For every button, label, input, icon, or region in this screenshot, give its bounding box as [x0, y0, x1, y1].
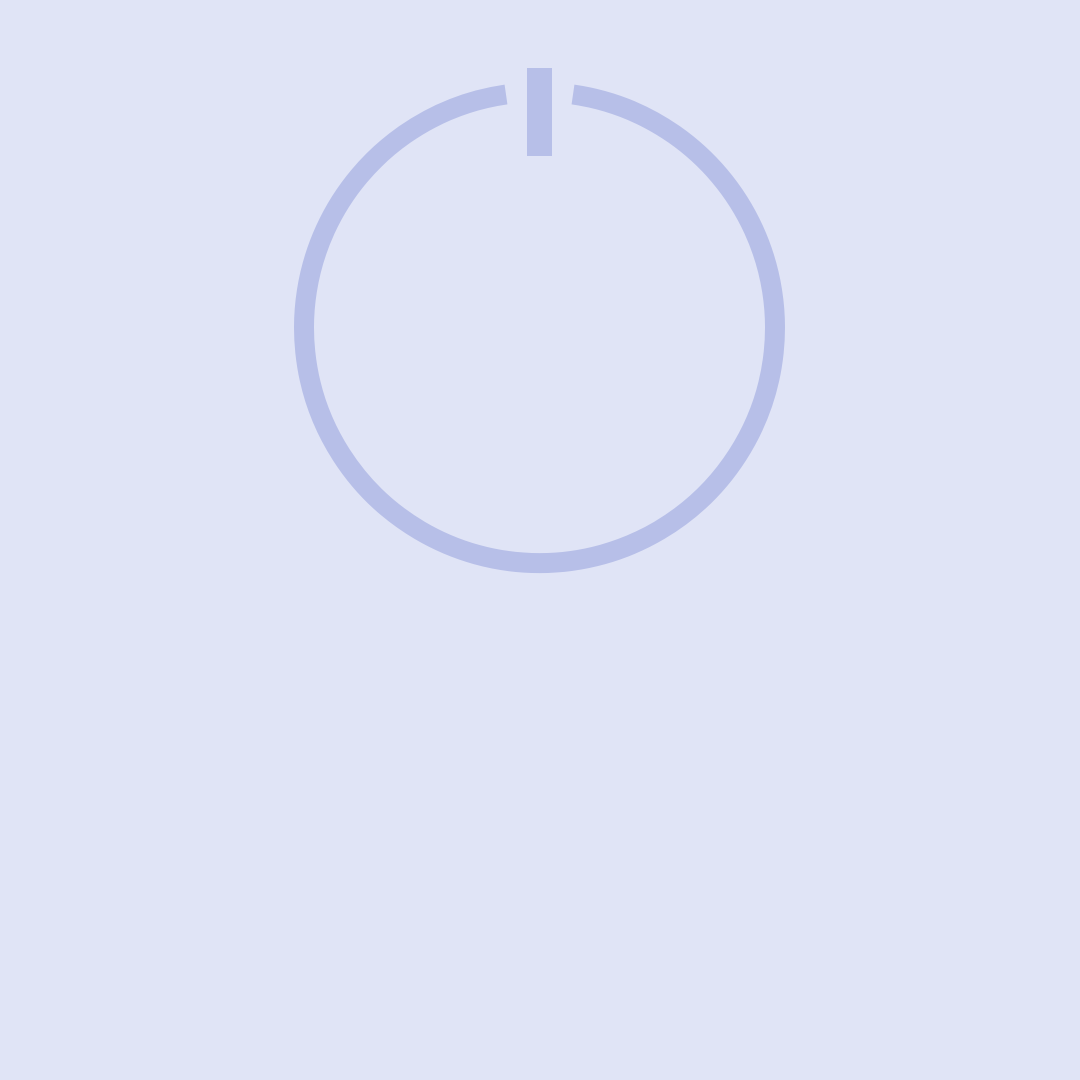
power-icon-bar	[527, 68, 552, 156]
power-icon-ring	[294, 84, 785, 574]
power-icon	[294, 68, 785, 574]
lock-screen	[0, 0, 1080, 1080]
power-button[interactable]	[293, 67, 786, 574]
